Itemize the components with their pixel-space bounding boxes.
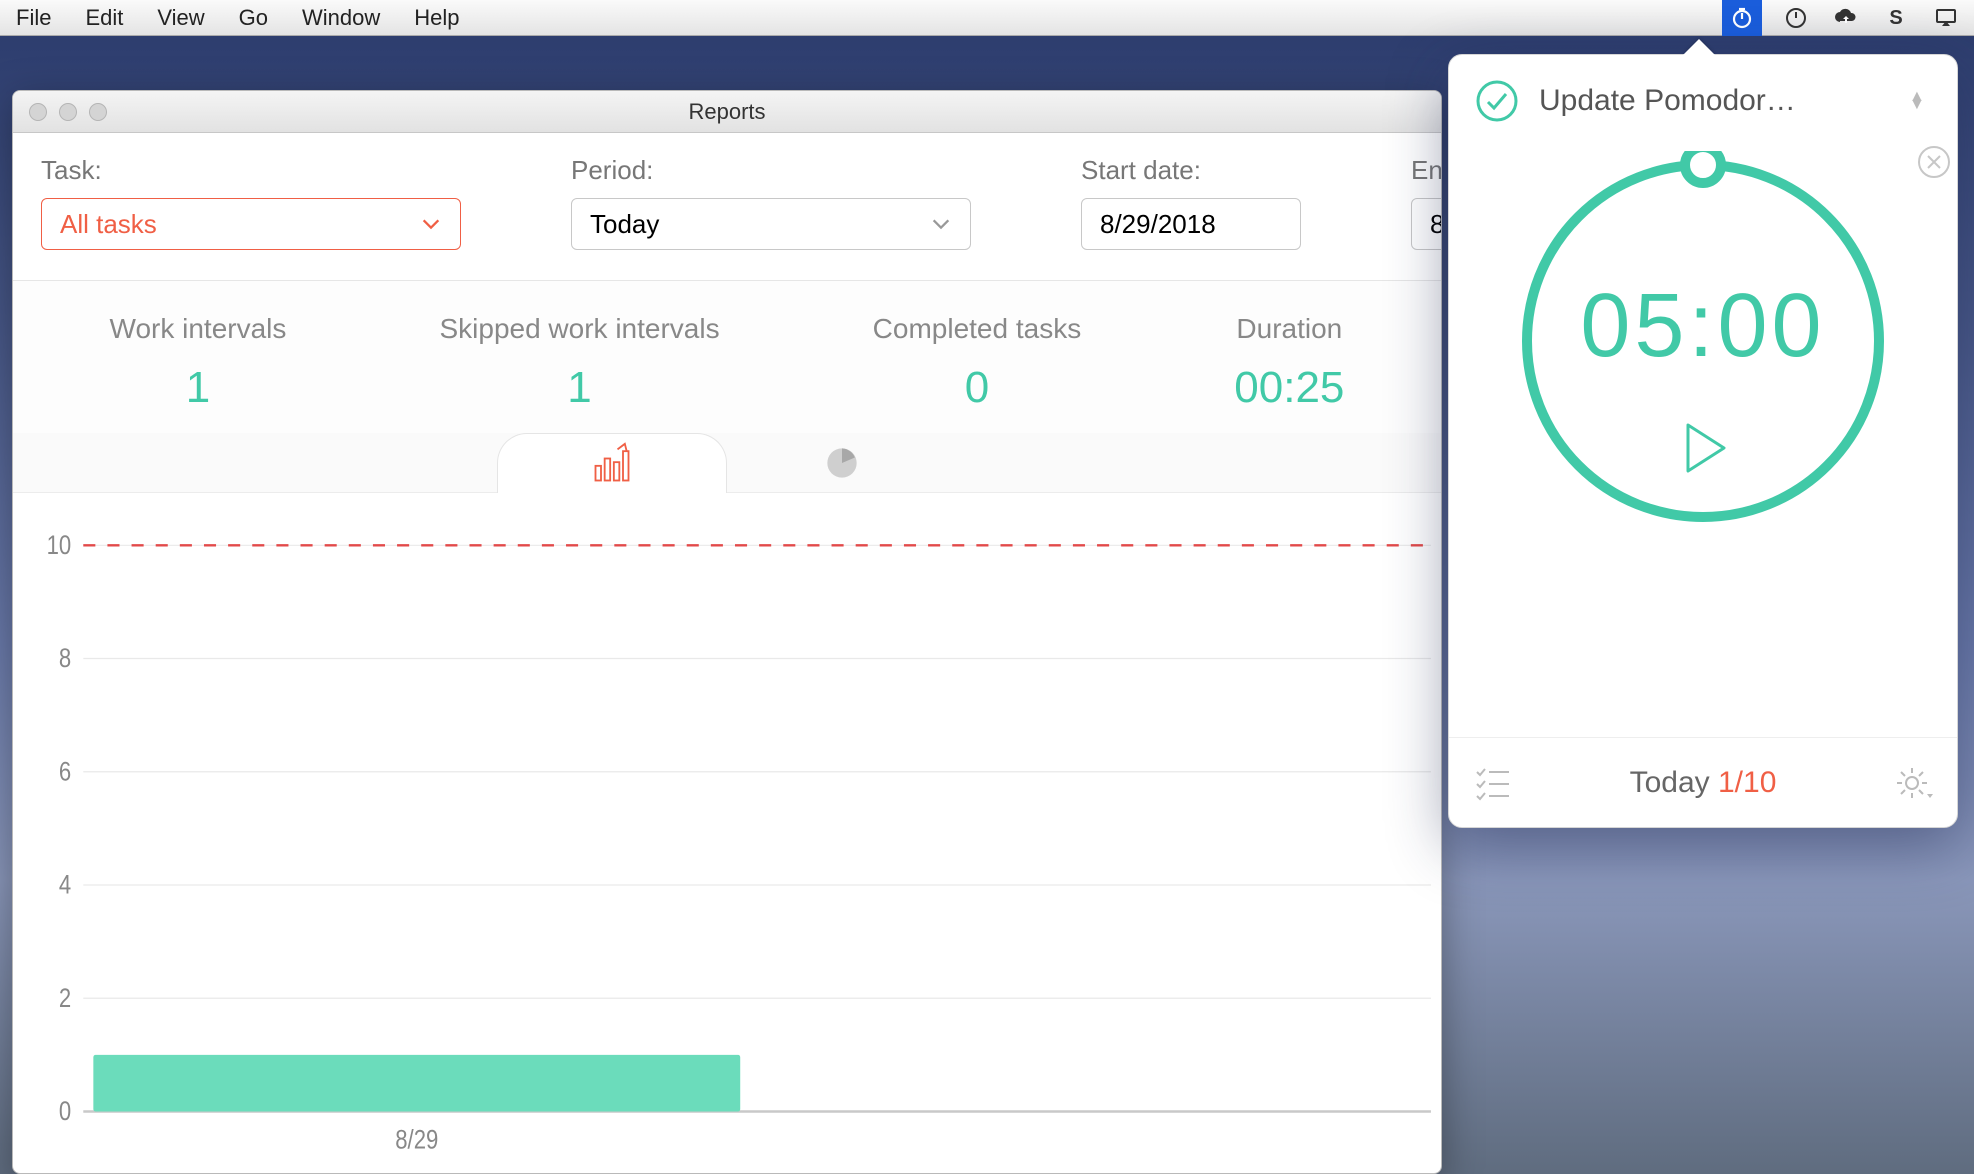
checkmark-icon[interactable] (1475, 79, 1519, 123)
svg-text:4: 4 (59, 871, 72, 901)
task-switch-stepper[interactable]: ▲▼ (1909, 93, 1931, 109)
titlebar[interactable]: Reports (13, 91, 1441, 133)
today-count: 1/10 (1718, 766, 1776, 799)
task-label: Task: (41, 155, 461, 186)
task-select-value: All tasks (60, 209, 157, 240)
start-date-value: 8/29/2018 (1100, 209, 1216, 240)
chart-type-tabs (13, 433, 1441, 493)
svg-text:10: 10 (47, 533, 72, 560)
today-progress: Today 1/10 (1630, 766, 1777, 800)
svg-text:0: 0 (59, 1097, 71, 1127)
pie-chart-icon (820, 441, 864, 485)
menu-go[interactable]: Go (239, 5, 268, 31)
period-select-value: Today (590, 209, 659, 240)
stat-duration-value: 00:25 (1234, 363, 1344, 413)
stat-completed-label: Completed tasks (873, 313, 1082, 345)
cloud-upload-icon[interactable] (1830, 2, 1862, 34)
power-icon[interactable] (1780, 2, 1812, 34)
window-title: Reports (13, 99, 1441, 125)
play-button[interactable] (1449, 415, 1957, 481)
end-date-input[interactable]: 8/29/2018 (1411, 198, 1442, 250)
close-traffic-light[interactable] (29, 103, 47, 121)
menu-help[interactable]: Help (414, 5, 459, 31)
chevron-down-icon (930, 213, 952, 235)
close-timer-button[interactable] (1917, 145, 1951, 179)
minimize-traffic-light[interactable] (59, 103, 77, 121)
chevron-down-icon (420, 213, 442, 235)
current-task-name[interactable]: Update Pomodor… (1539, 84, 1889, 118)
stat-work-intervals-value: 1 (110, 363, 287, 413)
today-label: Today (1630, 766, 1710, 799)
menu-edit[interactable]: Edit (85, 5, 123, 31)
timer-app-icon[interactable] (1722, 0, 1762, 36)
menu-window[interactable]: Window (302, 5, 380, 31)
timer-handle[interactable] (1685, 151, 1721, 183)
svg-text:6: 6 (59, 757, 71, 787)
bar-chart: 0 2 4 6 8 10 8/29 (33, 533, 1441, 1173)
timer-time: 05:00 (1449, 275, 1957, 378)
zoom-traffic-light[interactable] (89, 103, 107, 121)
svg-text:S: S (1889, 7, 1902, 29)
period-label: Period: (571, 155, 971, 186)
play-icon (1670, 415, 1736, 481)
airplay-icon[interactable] (1930, 2, 1962, 34)
bar-chart-tab[interactable] (497, 433, 727, 493)
filter-row: Task: All tasks Period: Today Start date… (13, 133, 1441, 280)
settings-icon[interactable] (1895, 764, 1933, 802)
start-date-label: Start date: (1081, 155, 1301, 186)
reports-window: Reports Task: All tasks Period: Today St… (12, 90, 1442, 1174)
stat-skipped-value: 1 (439, 363, 719, 413)
stat-work-intervals-label: Work intervals (110, 313, 287, 345)
stats-row: Work intervals 1 Skipped work intervals … (13, 280, 1441, 433)
bar-chart-icon (590, 442, 634, 486)
svg-text:2: 2 (59, 984, 71, 1014)
stat-completed-value: 0 (873, 363, 1082, 413)
svg-text:8/29: 8/29 (395, 1125, 438, 1155)
stat-duration-label: Duration (1234, 313, 1344, 345)
period-select[interactable]: Today (571, 198, 971, 250)
chart-area: 0 2 4 6 8 10 8/29 (13, 493, 1441, 1173)
task-list-icon[interactable] (1473, 764, 1511, 802)
menubar: File Edit View Go Window Help S (0, 0, 1974, 36)
menu-file[interactable]: File (16, 5, 51, 31)
task-select[interactable]: All tasks (41, 198, 461, 250)
s-icon[interactable]: S (1880, 2, 1912, 34)
menu-view[interactable]: View (157, 5, 204, 31)
stat-skipped-label: Skipped work intervals (439, 313, 719, 345)
pie-chart-tab[interactable] (727, 433, 957, 493)
end-date-value: 8/29/2018 (1430, 209, 1442, 240)
start-date-input[interactable]: 8/29/2018 (1081, 198, 1301, 250)
end-date-label: End date: (1411, 155, 1442, 186)
timer-popover: Update Pomodor… ▲▼ 05:00 (1448, 54, 1958, 828)
svg-text:8: 8 (59, 644, 71, 674)
